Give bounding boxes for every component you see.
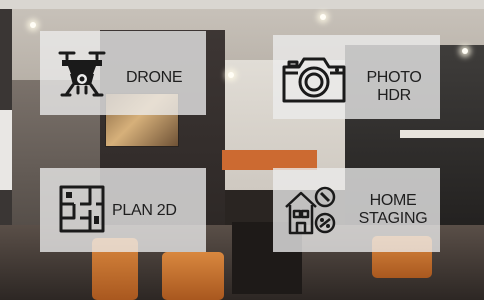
camera-icon (282, 57, 346, 103)
ceiling-light (462, 48, 468, 54)
plan-2d-label: PLAN 2D (112, 202, 177, 219)
photo-hdr-label: PHOTO HDR (358, 69, 430, 105)
photo-label-line1: PHOTO (366, 69, 422, 86)
ceiling-light (320, 14, 326, 20)
floor-plan-icon (59, 185, 105, 233)
staging-label-line1: HOME (369, 192, 417, 209)
top-strip (0, 0, 484, 9)
drone-icon (58, 51, 106, 97)
photo-label-line2: HDR (377, 87, 411, 104)
right-shelf (400, 130, 484, 138)
orange-chair (162, 252, 224, 300)
home-staging-label: HOME STAGING (351, 192, 435, 228)
drone-tile[interactable]: DRONE (40, 31, 206, 115)
staging-label-line2: STAGING (358, 210, 428, 227)
home-staging-tile[interactable]: HOME STAGING (273, 168, 440, 252)
white-panel (0, 110, 12, 190)
drone-label: DRONE (126, 69, 183, 86)
ceiling-light (30, 22, 36, 28)
orange-counter (222, 150, 317, 170)
photo-hdr-tile[interactable]: PHOTO HDR (273, 35, 440, 119)
ceiling-light (228, 72, 234, 78)
home-staging-icon (285, 186, 336, 235)
plan-2d-tile[interactable]: PLAN 2D (40, 168, 206, 252)
